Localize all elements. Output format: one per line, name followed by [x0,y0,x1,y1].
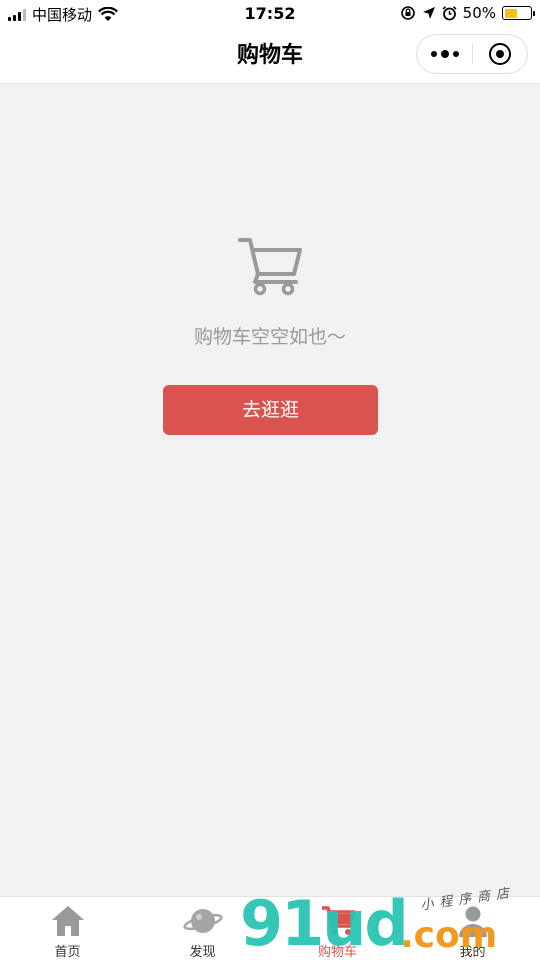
alarm-icon [442,5,457,20]
target-icon [488,43,511,65]
empty-cart-icon [238,238,302,296]
tab-cart[interactable]: 购物车 [270,897,405,960]
battery-percent: 50% [462,4,496,22]
more-button[interactable] [417,34,472,74]
tab-cart-label: 购物车 [317,945,357,960]
more-dot-icon [440,50,449,58]
tab-profile[interactable]: 我的 [405,897,540,960]
tab-profile-label: 我的 [459,945,486,960]
user-icon [453,903,493,939]
location-icon [422,7,435,19]
more-dot-icon [452,51,459,57]
battery-fill [504,8,517,18]
mini-program-capsule [416,34,528,74]
battery-icon [502,6,535,20]
status-right: 50% [400,4,535,22]
close-mini-program-button[interactable] [473,34,527,74]
tab-home[interactable]: 首页 [0,897,135,960]
more-dot-icon [430,51,437,57]
nav-bar: 购物车 [0,28,540,84]
empty-cart-message: 购物车空空如也～ [193,326,346,348]
tab-discover[interactable]: 发现 [135,897,270,960]
home-icon [48,903,88,939]
planet-icon [182,903,223,939]
cart-icon [318,903,358,939]
status-bar: 中国移动 17:52 50% [0,0,540,28]
go-shopping-button[interactable]: 去逛逛 [163,385,378,435]
orientation-lock-icon [400,6,415,20]
tab-bar: 首页 发现 购物车 我的 [0,896,540,960]
tab-discover-label: 发现 [189,945,216,960]
tab-home-label: 首页 [54,945,81,960]
